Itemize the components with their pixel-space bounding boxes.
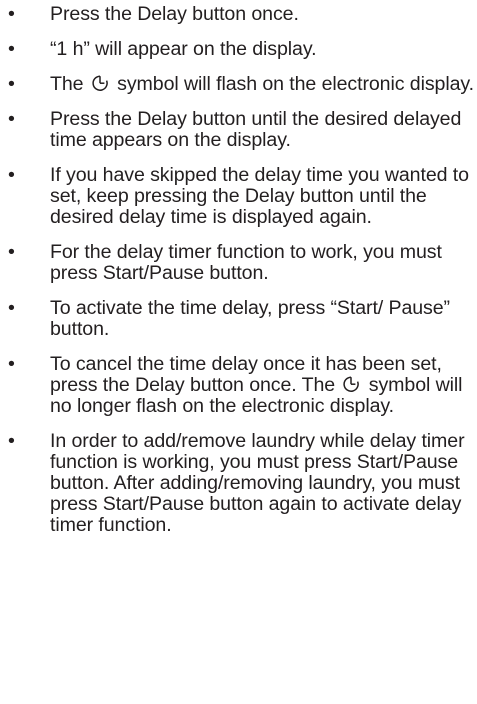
list-item: • For the delay timer function to work, …: [8, 242, 474, 284]
bullet-dot: •: [8, 3, 15, 25]
bullet-dot: •: [8, 73, 15, 95]
item-text: The symbol will flash on the electronic …: [50, 74, 474, 95]
list-item: • “1 h” will appear on the display.: [8, 39, 474, 60]
list-item: • To activate the time delay, press “Sta…: [8, 298, 474, 340]
bullet-dot: •: [8, 38, 15, 60]
item-text: Press the Delay button once.: [50, 3, 299, 25]
bullet-dot: •: [8, 353, 15, 375]
delay-instructions-list: • Press the Delay button once. • “1 h” w…: [8, 4, 474, 550]
list-item: • In order to add/remove laundry while d…: [8, 431, 474, 536]
bullet-dot: •: [8, 297, 15, 319]
list-item: • If you have skipped the delay time you…: [8, 165, 474, 228]
item-text: “1 h” will appear on the display.: [50, 38, 317, 60]
delay-timer-icon: [341, 375, 361, 393]
bullet-dot: •: [8, 241, 15, 263]
item-text: For the delay timer function to work, yo…: [50, 241, 442, 284]
bullet-dot: •: [8, 164, 15, 186]
bullet-dot: •: [8, 430, 15, 452]
list-item: • The symbol will flash on the electroni…: [8, 74, 474, 95]
item-text-before: The: [50, 73, 89, 95]
list-item: • Press the Delay button once.: [8, 4, 474, 25]
list-item: • Press the Delay button until the desir…: [8, 109, 474, 151]
item-text: To cancel the time delay once it has bee…: [50, 354, 474, 417]
item-text: In order to add/remove laundry while del…: [50, 430, 465, 536]
instruction-page: • Press the Delay button once. • “1 h” w…: [0, 0, 477, 704]
delay-timer-icon: [90, 74, 110, 92]
item-text: If you have skipped the delay time you w…: [50, 164, 469, 228]
list-item: • To cancel the time delay once it has b…: [8, 354, 474, 417]
item-text: To activate the time delay, press “Start…: [50, 297, 450, 340]
item-text: Press the Delay button until the desired…: [50, 108, 462, 151]
item-text-after: symbol will flash on the electronic disp…: [111, 73, 474, 95]
bullet-dot: •: [8, 108, 15, 130]
